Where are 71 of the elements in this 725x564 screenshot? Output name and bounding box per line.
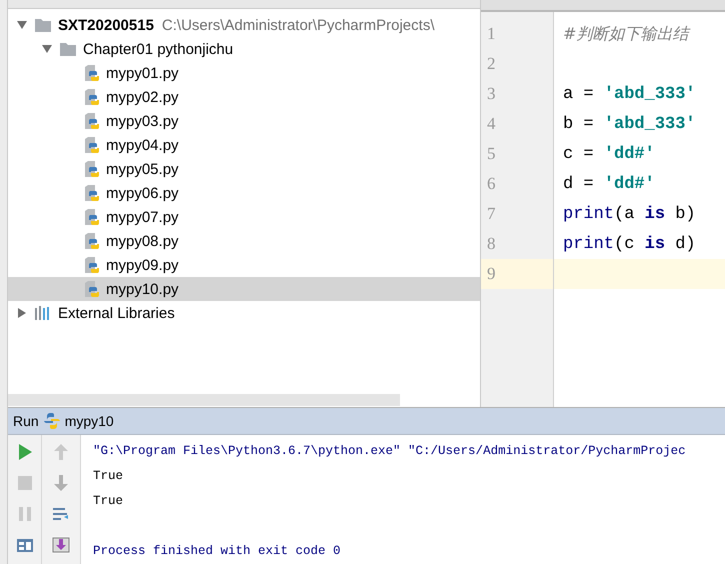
scroll-to-end-icon[interactable] [52,536,70,554]
expanded-caret-icon[interactable] [16,19,28,31]
console-line: "G:\Program Files\Python3.6.7\python.exe" "C:/Users/Administrator/PycharmProjec [93,443,687,460]
console-line: Process finished with exit code 0 [93,543,342,560]
tree-row[interactable]: mypy06.py [8,181,480,205]
horizontal-scrollbar[interactable] [8,394,400,406]
code-line: #判断如下输出结 [563,24,688,44]
line-number: 7 [487,204,496,224]
python-file-icon [84,136,100,154]
code-line: b = 'abd_333' [563,114,696,134]
code-line: print(c is d) [563,234,696,254]
python-file-icon [84,160,100,178]
code-line: c = 'dd#' [563,144,655,164]
tree-row[interactable]: External Libraries [8,301,480,325]
tree-row[interactable]: mypy07.py [8,205,480,229]
tree-label: mypy09.py [106,256,179,274]
tree-label: mypy10.py [106,280,179,298]
line-number: 2 [487,54,496,74]
line-number: 5 [487,144,496,164]
tree-label: mypy03.py [106,112,179,130]
tree-label: SXT20200515 [58,16,154,34]
line-number: 9 [487,264,496,284]
python-file-icon [84,256,100,274]
line-number: 4 [487,114,496,134]
expanded-caret-icon[interactable] [41,43,53,55]
python-file-icon [84,64,100,82]
tree-label: mypy04.py [106,136,179,154]
layout-icon[interactable] [16,536,34,554]
down-arrow-icon[interactable] [52,474,70,492]
tree-row[interactable]: mypy01.py [8,61,480,85]
tree-label: mypy08.py [106,232,179,250]
folder-icon [34,17,52,33]
python-file-icon [84,112,100,130]
project-path: C:\Users\Administrator\PycharmProjects\ [162,16,434,34]
code-line: print(a is b) [563,204,696,224]
python-file-icon [84,208,100,226]
tree-row[interactable]: mypy03.py [8,109,480,133]
tree-label: mypy06.py [106,184,179,202]
tree-row[interactable]: mypy09.py [8,253,480,277]
collapsed-caret-icon[interactable] [16,307,28,319]
line-number: 6 [487,174,496,194]
tree-label: External Libraries [58,304,175,322]
run-config-name[interactable]: mypy10 [64,413,114,429]
tree-row[interactable]: mypy02.py [8,85,480,109]
tree-row[interactable]: mypy10.py [8,277,480,301]
python-logo-icon [42,412,61,430]
soft-wrap-icon[interactable] [52,505,70,523]
tree-row[interactable]: mypy04.py [8,133,480,157]
line-number: 8 [487,234,496,254]
python-file-icon [84,232,100,250]
console-line: True [93,468,124,485]
tree-row[interactable]: SXT20200515 C:\Users\Administrator\PycharmProjects\ [8,13,480,37]
line-number: 1 [487,24,496,44]
code-line: a = 'abd_333' [563,84,696,104]
tree-row[interactable]: mypy08.py [8,229,480,253]
python-file-icon [84,88,100,106]
python-file-icon [84,184,100,202]
console-line: True [93,493,124,510]
folder-icon [59,41,77,57]
library-bars-icon [34,305,52,321]
python-file-icon [84,280,100,298]
tree-label: mypy02.py [106,88,179,106]
tree-label: Chapter01 pythonjichu [83,40,234,58]
tree-label: mypy05.py [106,160,179,178]
tree-row[interactable]: mypy05.py [8,157,480,181]
run-panel-title: Run [13,413,39,429]
tree-label: mypy01.py [106,64,179,82]
line-number: 3 [487,84,496,104]
tree-label: mypy07.py [106,208,179,226]
code-line: d = 'dd#' [563,174,655,194]
tree-row[interactable]: Chapter01 pythonjichu [8,37,480,61]
